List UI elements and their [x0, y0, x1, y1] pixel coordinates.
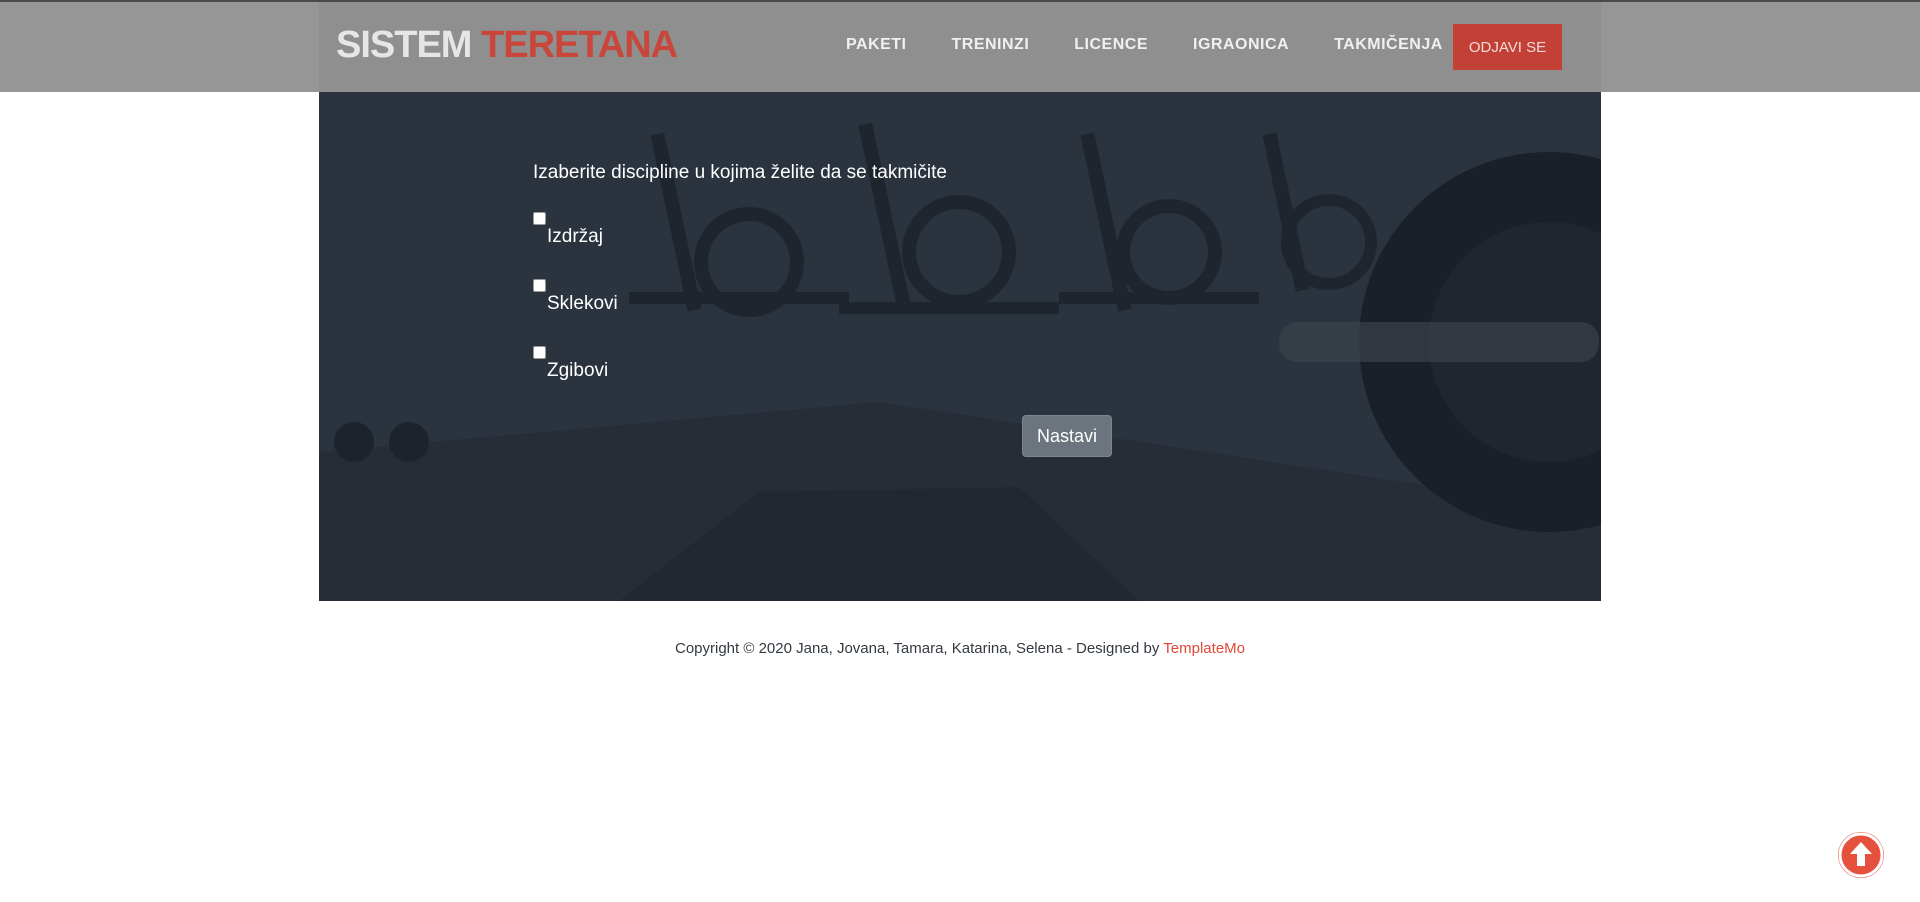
option-label: Izdržaj — [547, 226, 603, 247]
arrow-up-circle-icon — [1838, 832, 1884, 878]
continue-button[interactable]: Nastavi — [1022, 415, 1112, 457]
checkbox-sklekovi[interactable] — [533, 279, 546, 292]
logo-text-accent: TERETANA — [481, 24, 678, 66]
checkbox-izdrzaj[interactable] — [533, 212, 546, 225]
site-logo[interactable]: SISTEM TERETANA — [336, 24, 678, 67]
form-title: Izaberite discipline u kojima želite da … — [533, 162, 947, 183]
nav-item-takmicenja[interactable]: TAKMIČENJA — [1334, 36, 1443, 54]
gym-background-image — [319, 92, 1601, 601]
checkbox-zgibovi[interactable] — [533, 346, 546, 359]
logout-button[interactable]: ODJAVI SE — [1453, 24, 1562, 70]
main-nav: PAKETI TRENINZI LICENCE IGRAONICA TAKMIČ… — [846, 36, 1488, 54]
discipline-form: Izaberite discipline u kojima želite da … — [533, 162, 947, 381]
option-label: Zgibovi — [547, 360, 609, 381]
nav-item-treninzi[interactable]: TRENINZI — [951, 36, 1029, 54]
nav-item-licence[interactable]: LICENCE — [1074, 36, 1148, 54]
logo-text-primary: SISTEM — [336, 24, 472, 66]
nav-item-paketi[interactable]: PAKETI — [846, 36, 906, 54]
option-label: Sklekovi — [547, 293, 618, 314]
hero-section — [319, 92, 1601, 601]
copyright-text: Copyright © 2020 Jana, Jovana, Tamara, K… — [674, 640, 1160, 657]
nav-item-igraonica[interactable]: IGRAONICA — [1193, 36, 1289, 54]
back-to-top-button[interactable] — [1838, 832, 1884, 878]
footer: Copyright © 2020 Jana, Jovana, Tamara, K… — [0, 640, 1920, 657]
templatemo-link[interactable]: TemplateMo — [1163, 640, 1245, 657]
